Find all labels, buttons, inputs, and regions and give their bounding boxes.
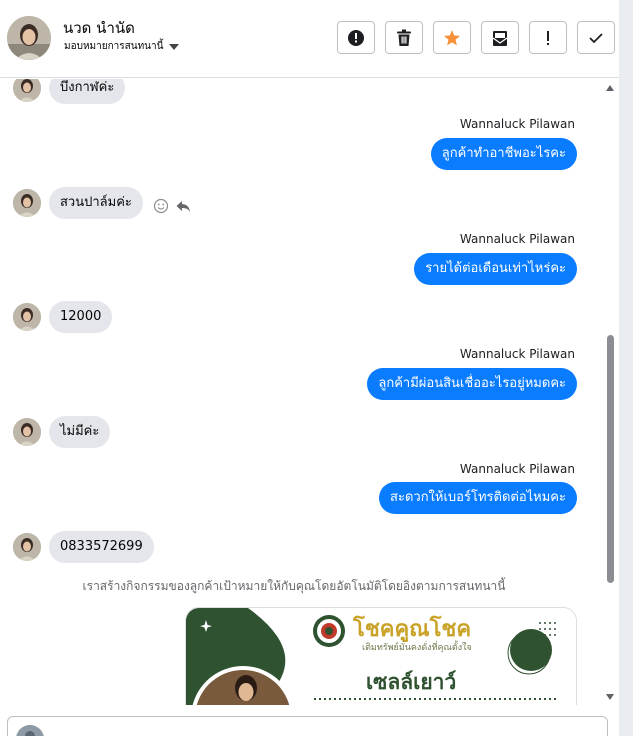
message-composer[interactable]: ... [7,716,608,736]
star-icon [444,29,460,45]
conversation-header: นวด นำนัด มอบหมายการสนทนานี้ [0,0,619,78]
message-bubble-incoming[interactable]: 12000 [49,301,113,333]
composer-avatar [16,725,44,736]
message-bubble-incoming[interactable]: บึงกาฬค่ะ [49,79,126,104]
inbox-conversation: นวด นำนัด มอบหมายการสนทนานี้ บึงกาฬค่ะ W… [0,0,633,736]
assign-conversation-dropdown[interactable]: มอบหมายการสนทนานี้ [64,39,180,54]
delete-button[interactable] [385,21,423,54]
message-bubble-incoming[interactable]: 0833572699 [49,531,154,563]
scrollbar-thumb[interactable] [607,335,614,583]
sender-name: Wannaluck Pilawan [459,232,575,246]
mark-done-button[interactable] [577,21,615,54]
checkmark-icon [589,32,603,43]
conversation-toolbar [337,21,615,54]
contact-name: นวด นำนัด [63,19,135,37]
trash-icon [397,29,411,46]
envelope-icon [492,30,508,46]
thread-scrollbar[interactable] [603,80,617,705]
message-thread[interactable]: บึงกาฬค่ะ Wannaluck Pilawan ลูกค้าทำอาชี… [0,79,607,705]
message-bubble-incoming[interactable]: สวนปาล์มค่ะ [49,187,143,219]
exclamation-icon [547,30,549,45]
sender-name: Wannaluck Pilawan [459,462,575,476]
message-row-incoming: สวนปาล์มค่ะ [13,187,191,219]
mark-spam-button[interactable] [337,21,375,54]
composer-text: ... [88,731,99,736]
caret-down-icon [169,44,180,50]
contact-avatar-small [13,189,41,217]
follow-up-button[interactable] [529,21,567,54]
message-bubble-incoming[interactable]: ไม่มีค่ะ [49,416,111,448]
contact-avatar-small [13,418,41,446]
message-bubble-outgoing[interactable]: ลูกค้าทำอาชีพอะไรคะ [430,138,577,170]
smiley-icon[interactable] [153,198,169,214]
message-row-incoming: ไม่มีค่ะ [13,416,111,448]
mark-unread-button[interactable] [481,21,519,54]
message-bubble-outgoing[interactable]: ลูกค้ามีผ่อนสินเชื่ออะไรอยู่หมดคะ [367,368,577,400]
message-row-incoming: 0833572699 [13,531,154,563]
message-row-incoming: 12000 [13,301,113,333]
scroll-up-arrow-icon[interactable] [606,85,614,91]
ad-image-card[interactable]: โชคคูณโชค เติมทรัพย์มั่นคงดั่งที่คุณตั้ง… [185,607,577,705]
message-row-incoming: บึงกาฬค่ะ [13,79,126,104]
sender-name: Wannaluck Pilawan [459,347,575,361]
message-actions [153,198,191,214]
sender-name: Wannaluck Pilawan [459,117,575,131]
scroll-down-arrow-icon[interactable] [606,694,614,700]
message-bubble-outgoing[interactable]: สะดวกให้เบอร์โทรติดต่อไหมคะ [379,482,577,514]
system-note: เราสร้างกิจกรรมของลูกค้าเป้าหมายให้กับคุ… [82,579,506,593]
contact-avatar-small [13,533,41,561]
ad-brand-subtitle: เติมทรัพย์มั่นคงดั่งที่คุณตั้งใจ [362,643,472,653]
ad-headline: เซลล์เยาว์ [366,670,457,694]
star-button[interactable] [433,21,471,54]
contact-avatar[interactable] [7,16,51,60]
window-edge [619,0,633,736]
alert-circle-icon [348,29,364,46]
reply-icon[interactable] [175,198,191,214]
contact-avatar-small [13,303,41,331]
message-bubble-outgoing[interactable]: รายได้ต่อเดือนเท่าไหร่คะ [414,253,577,285]
assign-label: มอบหมายการสนทนานี้ [64,41,164,52]
contact-avatar-small [13,79,41,102]
